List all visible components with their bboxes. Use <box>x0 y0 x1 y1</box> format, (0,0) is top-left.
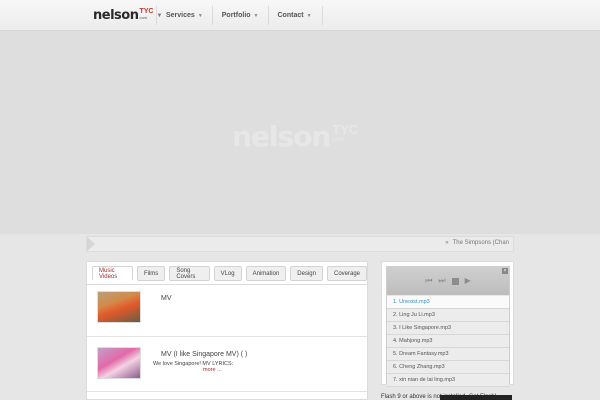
category-tabs: Music Videos Films Song Covers VLog Anim… <box>92 266 367 281</box>
playlist-track[interactable]: 1. Unexist.mp3 <box>387 296 509 309</box>
tab-song-covers[interactable]: Song Covers <box>169 266 210 281</box>
close-icon[interactable]: × <box>502 268 508 274</box>
nav-services[interactable]: Services ▼ <box>156 6 212 25</box>
tab-vlog[interactable]: VLog <box>213 266 242 281</box>
tab-animation[interactable]: Animation <box>245 266 287 281</box>
post-divider <box>87 336 367 337</box>
nav-portfolio[interactable]: Portfolio ▼ <box>211 6 268 25</box>
music-player: ⏮ ⏭ ▶ × 1. Unexist.mp3 2. Ling Ju Li.mp3… <box>386 266 510 387</box>
playlist-track[interactable]: 4. Mahjong.mp3 <box>387 335 509 348</box>
main-nav: Services ▼ Portfolio ▼ Contact ▼ <box>156 6 323 25</box>
tab-divider <box>87 284 367 285</box>
read-more-link[interactable]: more ... <box>203 367 222 373</box>
nav-contact[interactable]: Contact ▼ <box>267 6 323 25</box>
hero-logo-com: com <box>332 137 344 143</box>
playlist-track[interactable]: 3. I Like Singapore.mp3 <box>387 322 509 335</box>
next-icon[interactable]: ⏭ <box>438 277 445 285</box>
stop-icon[interactable] <box>451 277 459 285</box>
nav-services-label: Services <box>166 12 195 19</box>
logo-com: com <box>139 15 148 20</box>
top-navbar: nelson TYC com ▼ Services ▼ Portfolio ▼ … <box>0 0 600 31</box>
playlist-track[interactable]: 7. xin nian de lai ling.mp3 <box>387 374 509 387</box>
post-thumbnail[interactable] <box>97 291 141 323</box>
chevron-down-icon: ▼ <box>306 12 312 19</box>
hero-logo-wordmark: nelson <box>232 120 331 153</box>
post-divider <box>87 391 367 392</box>
playlist-track[interactable]: 5. Dream Fantasy.mp3 <box>387 348 509 361</box>
playlist-track[interactable]: 2. Ling Ju Li.mp3 <box>387 309 509 322</box>
chevron-down-icon: ▼ <box>197 12 203 19</box>
player-controls: ⏮ ⏭ ▶ <box>387 267 509 295</box>
post-title[interactable]: MV (I like Singapore MV) ( ) <box>161 351 247 358</box>
playlist-track[interactable]: 6. Cheng Zhang.mp3 <box>387 361 509 374</box>
logo-tyc: TYC <box>139 8 154 15</box>
nav-contact-label: Contact <box>277 12 304 19</box>
tab-coverage[interactable]: Coverage <box>326 266 367 281</box>
content-panel: Music Videos Films Song Covers VLog Anim… <box>86 261 368 400</box>
breadcrumb-arrow-icon <box>87 237 95 251</box>
tab-films[interactable]: Films <box>136 266 166 281</box>
sidebar-widget: ⏮ ⏭ ▶ × 1. Unexist.mp3 2. Ling Ju Li.mp3… <box>381 261 514 387</box>
playlist: 1. Unexist.mp3 2. Ling Ju Li.mp3 3. I Li… <box>387 296 509 387</box>
logo-wordmark: nelson <box>93 8 139 23</box>
tab-design[interactable]: Design <box>290 266 323 281</box>
breadcrumb-separator: » <box>445 240 449 246</box>
hero-logo: nelson TYC com <box>232 121 358 153</box>
post-thumbnail[interactable] <box>97 347 141 379</box>
breadcrumb: » The Simpsons (Chan <box>86 236 514 252</box>
hero-banner: nelson TYC com <box>0 31 600 234</box>
previous-icon[interactable]: ⏮ <box>425 277 432 285</box>
breadcrumb-current[interactable]: The Simpsons (Chan <box>453 240 509 246</box>
tab-music-videos[interactable]: Music Videos <box>92 266 133 281</box>
flash-placeholder <box>440 395 512 400</box>
site-logo[interactable]: nelson TYC com ▼ <box>93 8 162 24</box>
hero-logo-tyc: TYC <box>332 122 359 137</box>
list-item: MV <box>97 291 361 331</box>
nav-portfolio-label: Portfolio <box>221 12 251 19</box>
chevron-down-icon: ▼ <box>253 12 259 19</box>
list-item: MV (I like Singapore MV) ( ) We love Sin… <box>97 347 361 387</box>
play-icon[interactable]: ▶ <box>465 277 471 285</box>
post-title[interactable]: MV <box>161 295 172 302</box>
